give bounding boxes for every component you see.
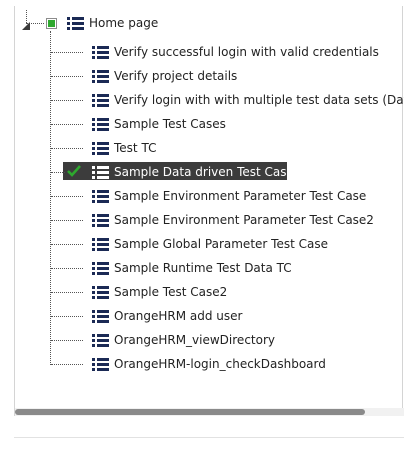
list-icon-glyph xyxy=(92,118,109,131)
list-icon xyxy=(92,118,109,131)
tree-branch-connector xyxy=(51,124,83,125)
list-icon-glyph xyxy=(92,310,109,323)
tree-node-label-selected[interactable]: Sample Data driven Test Case xyxy=(114,164,294,180)
tree-node-label[interactable]: Sample Environment Parameter Test Case2 xyxy=(114,212,374,228)
tree-branch-connector xyxy=(51,172,65,173)
list-icon-glyph xyxy=(92,190,109,203)
list-icon-glyph xyxy=(92,166,109,179)
tree-node-label[interactable]: OrangeHRM_viewDirectory xyxy=(114,332,275,348)
tree-node-label[interactable]: Sample Test Cases xyxy=(114,116,226,132)
horizontal-scrollbar[interactable] xyxy=(15,408,404,416)
list-icon xyxy=(92,358,109,371)
list-icon xyxy=(92,166,109,179)
tree-branch-connector xyxy=(51,268,83,269)
list-icon xyxy=(92,262,109,275)
tree-node-label[interactable]: Verify login with with multiple test dat… xyxy=(114,92,404,108)
tree-branch-connector xyxy=(51,148,83,149)
list-icon-glyph xyxy=(92,214,109,227)
list-icon xyxy=(92,190,109,203)
list-icon xyxy=(92,214,109,227)
tree-node-label[interactable]: Sample Test Case2 xyxy=(114,284,227,300)
tree-node-label[interactable]: Verify project details xyxy=(114,68,237,84)
tree-branch-connector xyxy=(51,52,83,53)
tree-branch-connector xyxy=(51,340,83,341)
tree-branch-connector xyxy=(51,316,83,317)
collapse-toggle-icon[interactable] xyxy=(21,21,31,31)
root-list-icon xyxy=(67,17,84,30)
list-icon xyxy=(92,238,109,251)
list-icon xyxy=(92,286,109,299)
list-icon xyxy=(92,46,109,59)
list-icon xyxy=(92,70,109,83)
list-icon-glyph xyxy=(92,358,109,371)
list-icon-glyph xyxy=(92,70,109,83)
tree-branch-connector xyxy=(51,244,83,245)
tree-node-label[interactable]: Sample Runtime Test Data TC xyxy=(114,260,292,276)
tree-branch-connector xyxy=(51,76,83,77)
tree-branch-connector xyxy=(51,220,83,221)
tree-branch-connector xyxy=(51,292,83,293)
list-icon-glyph xyxy=(92,334,109,347)
list-icon-glyph xyxy=(92,238,109,251)
tree-node-label[interactable]: OrangeHRM add user xyxy=(114,308,242,324)
tree-children-connector xyxy=(50,31,51,365)
list-icon-glyph xyxy=(92,262,109,275)
list-icon-glyph xyxy=(92,286,109,299)
tree-branch-connector xyxy=(51,100,83,101)
tree-branch-connector xyxy=(51,364,83,365)
list-icon xyxy=(92,334,109,347)
tree-branch-connector xyxy=(51,196,83,197)
home-page-checkbox-icon[interactable] xyxy=(46,18,57,29)
list-icon-glyph xyxy=(92,46,109,59)
tree-node-label[interactable]: Verify successful login with valid crede… xyxy=(114,44,379,60)
tree-node-label[interactable]: Sample Environment Parameter Test Case xyxy=(114,188,366,204)
tree-node-label[interactable]: Sample Global Parameter Test Case xyxy=(114,236,328,252)
tree-root-label[interactable]: Home page xyxy=(89,15,158,31)
test-case-tree-panel: Home page Verify successful login with v… xyxy=(14,6,404,416)
divider xyxy=(14,437,404,438)
list-icon-glyph xyxy=(92,94,109,107)
list-icon xyxy=(92,94,109,107)
tree-node-label[interactable]: Test TC xyxy=(114,140,156,156)
list-icon xyxy=(92,310,109,323)
tree-node-label[interactable]: OrangeHRM-login_checkDashboard xyxy=(114,356,326,372)
scrollbar-thumb[interactable] xyxy=(15,409,365,415)
checkmark-icon[interactable] xyxy=(67,164,81,177)
list-icon xyxy=(92,142,109,155)
list-icon-glyph xyxy=(92,142,109,155)
test-case-tree: Home page Verify successful login with v… xyxy=(15,6,404,406)
